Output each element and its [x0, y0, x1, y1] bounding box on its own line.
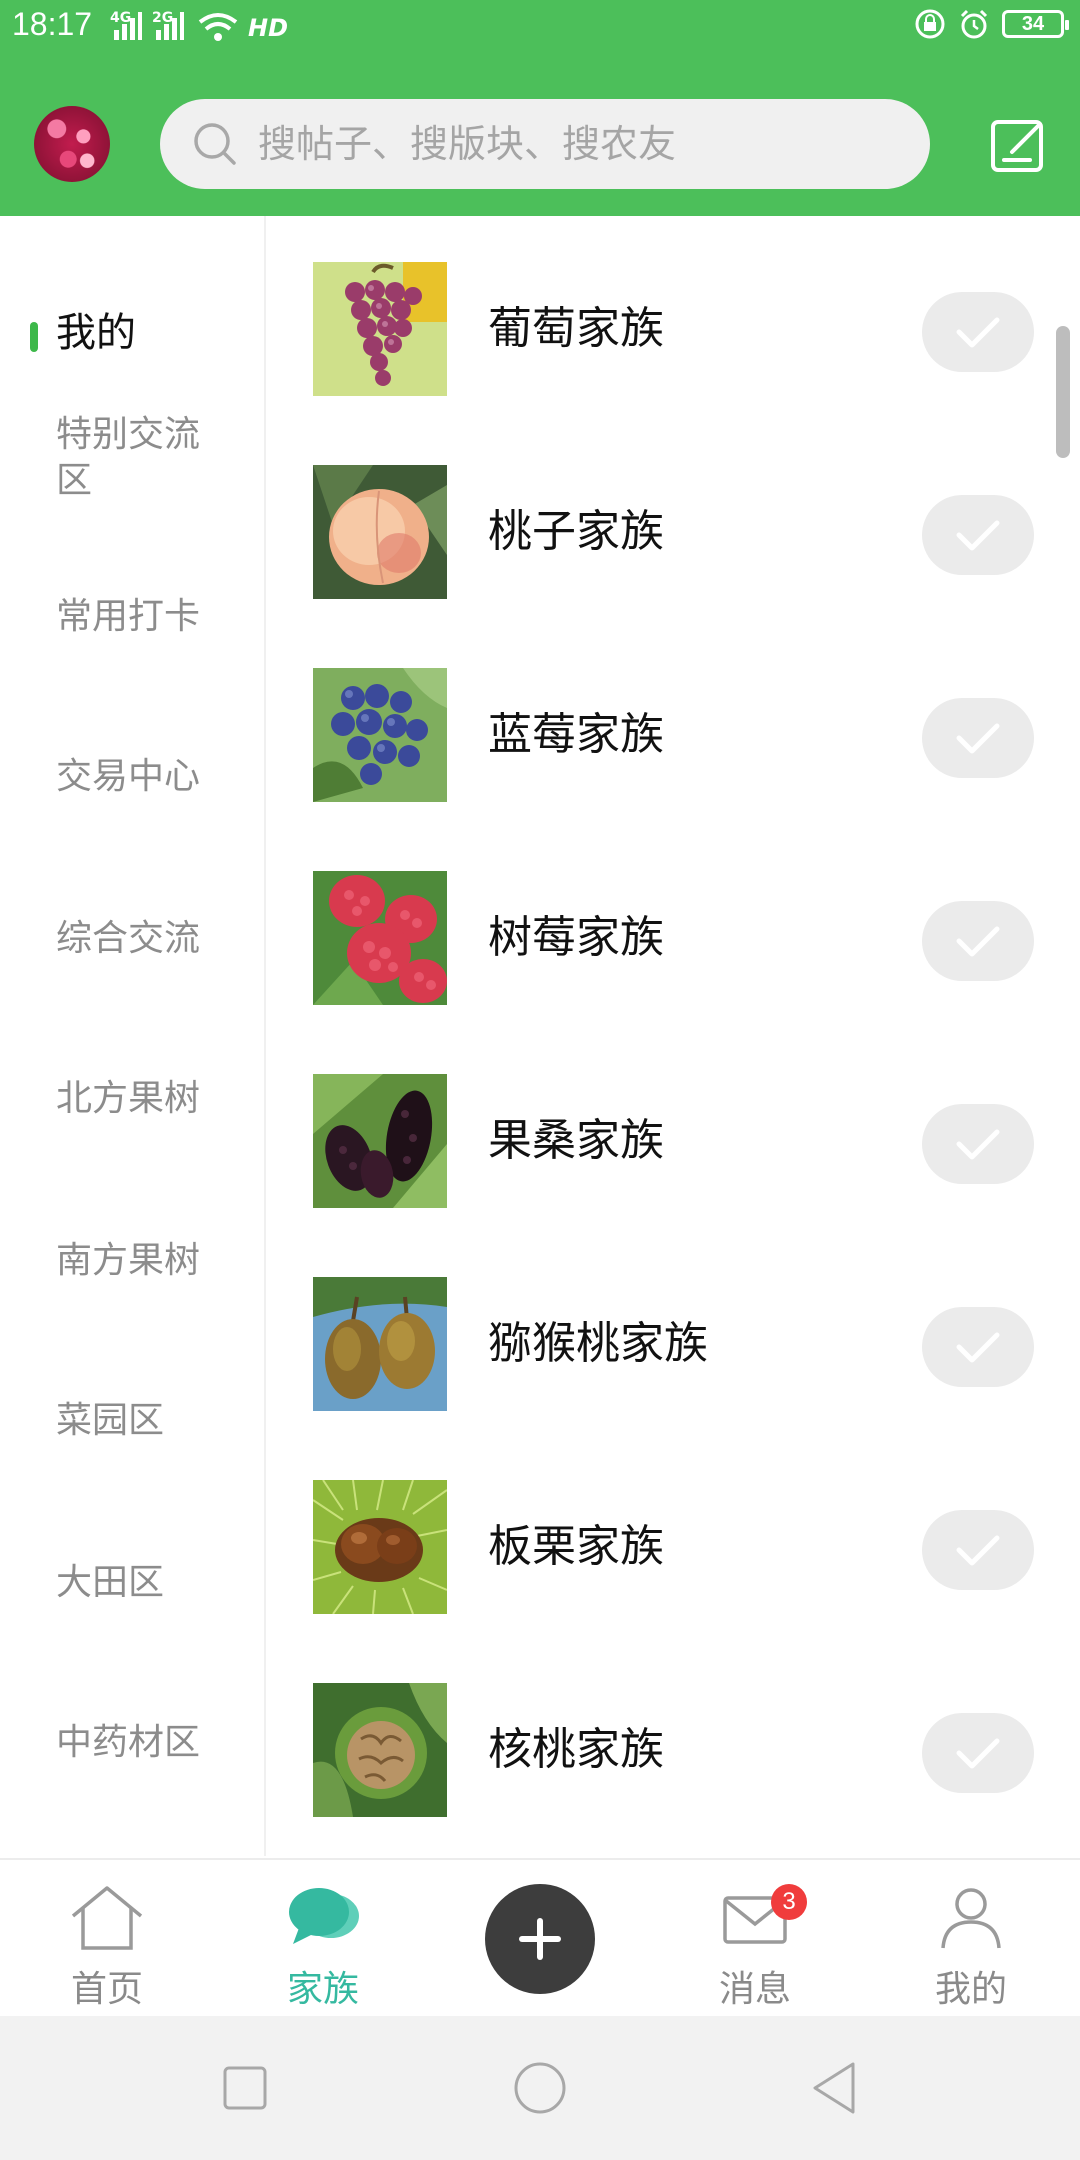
- list-item[interactable]: 板栗家族: [266, 1434, 1080, 1637]
- join-button[interactable]: [922, 1713, 1034, 1793]
- sidebar-item-label: 交易中心: [56, 756, 201, 797]
- category-sidebar: 我的 特别交流区 常用打卡 交易中心 综合交流 北方果树 南方果树 菜园区 大田…: [0, 216, 266, 1856]
- alarm-icon: [960, 9, 988, 39]
- join-button[interactable]: [922, 901, 1034, 981]
- battery-indicator: 34: [1002, 10, 1069, 38]
- checkmark-icon: [956, 1738, 1000, 1769]
- tab-label: 消息: [718, 1969, 791, 2010]
- family-name: 板栗家族: [488, 1521, 664, 1572]
- list-item[interactable]: 桃子家族: [266, 419, 1080, 622]
- checkmark-icon: [956, 926, 1000, 957]
- list-item[interactable]: 核桃家族: [266, 1637, 1080, 1840]
- checkmark-icon: [956, 1332, 1000, 1363]
- status-time: 18:17: [12, 6, 93, 42]
- grape-image: [313, 262, 447, 396]
- family-list: 葡萄家族 桃子家族 蓝莓家族 树莓家族 果桑家族 猕猴桃家族 板栗家族 核桃家族: [266, 216, 1080, 1856]
- recents-icon[interactable]: [211, 2054, 279, 2122]
- tab-mine[interactable]: 我的: [891, 1860, 1051, 2018]
- checkmark-icon: [956, 1129, 1000, 1160]
- search-input[interactable]: [258, 99, 898, 189]
- app-header: 18:17 4G 2G HD 34: [0, 0, 1080, 216]
- blueberry-image: [313, 668, 447, 802]
- wifi-icon: [198, 13, 238, 41]
- family-name: 蓝莓家族: [488, 709, 664, 760]
- chat-bubbles-icon: [289, 1888, 359, 1944]
- list-item[interactable]: 树莓家族: [266, 825, 1080, 1028]
- sidebar-item-mine[interactable]: 我的: [0, 256, 266, 356]
- list-item[interactable]: 蓝莓家族: [266, 622, 1080, 825]
- checkmark-icon: [956, 317, 1000, 348]
- family-name: 桃子家族: [488, 506, 664, 557]
- join-button[interactable]: [922, 495, 1034, 575]
- tab-label: 我的: [934, 1969, 1007, 2010]
- tab-label: 首页: [70, 1969, 143, 2010]
- checkmark-icon: [956, 1535, 1000, 1566]
- sidebar-item-label: 我的: [56, 310, 136, 356]
- list-item[interactable]: 葡萄家族: [266, 216, 1080, 419]
- search-bar[interactable]: [160, 99, 930, 189]
- join-button[interactable]: [922, 698, 1034, 778]
- signal-icon: [156, 12, 184, 40]
- unread-badge: 3: [771, 1884, 807, 1920]
- sidebar-item-label: 综合交流: [56, 918, 201, 959]
- family-name: 树莓家族: [488, 912, 664, 963]
- compose-post-icon[interactable]: [990, 116, 1048, 174]
- signal-icon: [114, 12, 142, 40]
- tab-label: 家族: [286, 1969, 359, 2010]
- list-item[interactable]: 猕猴桃家族: [266, 1231, 1080, 1434]
- join-button[interactable]: [922, 1104, 1034, 1184]
- back-icon[interactable]: [801, 2054, 869, 2122]
- checkmark-icon: [956, 723, 1000, 754]
- family-name: 葡萄家族: [488, 303, 664, 354]
- home-icon: [71, 1886, 143, 1950]
- sidebar-item-label: 南方果树: [56, 1240, 201, 1281]
- search-icon: [194, 123, 236, 165]
- status-bar: 18:17 4G 2G HD 34: [0, 0, 1080, 60]
- join-button[interactable]: [922, 1307, 1034, 1387]
- user-icon: [941, 1888, 1001, 1949]
- walnut-image: [313, 1683, 447, 1817]
- join-button[interactable]: [922, 1510, 1034, 1590]
- hd-label: HD: [248, 14, 289, 42]
- sidebar-item-label: 菜园区: [56, 1400, 165, 1441]
- peach-image: [313, 465, 447, 599]
- family-name: 果桑家族: [488, 1115, 664, 1166]
- mulberry-image: [313, 1074, 447, 1208]
- join-button[interactable]: [922, 292, 1034, 372]
- chestnut-image: [313, 1480, 447, 1614]
- family-name: 核桃家族: [488, 1724, 664, 1775]
- avatar[interactable]: [34, 106, 110, 182]
- list-item[interactable]: 果桑家族: [266, 1028, 1080, 1231]
- sidebar-item-label: 常用打卡: [56, 596, 201, 637]
- sidebar-item-label: 大田区: [56, 1562, 165, 1603]
- system-nav-bar: [0, 2016, 1080, 2160]
- sidebar-item-label: 特别交流区: [56, 414, 201, 501]
- sidebar-item-herb[interactable]: 中药材区: [0, 216, 266, 1763]
- sidebar-item-label: 中药材区: [56, 1722, 201, 1763]
- bottom-tab-bar: 首页 家族 3 消息 我的: [0, 1858, 1080, 2016]
- scrollbar[interactable]: [1056, 326, 1070, 458]
- active-indicator: [30, 322, 38, 352]
- checkmark-icon: [956, 520, 1000, 551]
- sidebar-item-label: 北方果树: [56, 1078, 201, 1119]
- kiwi-image: [313, 1277, 447, 1411]
- raspberry-image: [313, 871, 447, 1005]
- home-nav-icon[interactable]: [506, 2054, 574, 2122]
- family-name: 猕猴桃家族: [488, 1318, 708, 1369]
- status-right: 34: [914, 8, 1069, 40]
- create-post-button[interactable]: [485, 1884, 595, 1994]
- lock-rotation-icon: [915, 9, 945, 39]
- tab-home[interactable]: 首页: [27, 1860, 187, 2018]
- tab-messages[interactable]: 3 消息: [675, 1860, 835, 2018]
- tab-family[interactable]: 家族: [243, 1860, 403, 2018]
